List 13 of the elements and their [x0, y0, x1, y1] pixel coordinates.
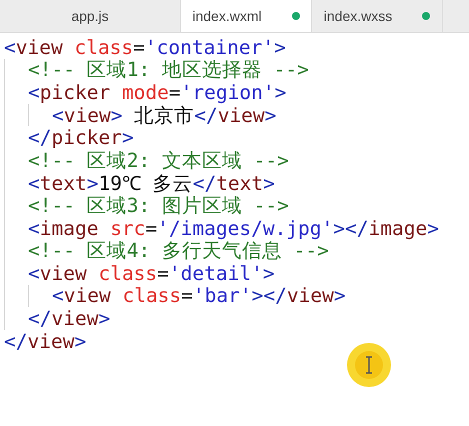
code-line: <image src='/images/w.jpg'></image> [28, 216, 439, 240]
file-tab[interactable]: index.wxml [181, 0, 312, 32]
code-line: <view class='detail'> [28, 262, 275, 285]
code-line: </view> [28, 306, 110, 330]
code-line: </picker> [28, 126, 134, 150]
code-line: <!-- 区域4: 多行天气信息 --> [28, 239, 329, 264]
code-line: <!-- 区域1: 地区选择器 --> [28, 57, 309, 84]
cursor-highlight-icon [345, 341, 393, 389]
code-line: <view> 北京市</view> [52, 104, 276, 129]
code-line: </view> [4, 330, 86, 353]
code-line: <view class='container'> [4, 36, 286, 59]
code-line: <view class='bar'></view> [52, 284, 346, 308]
code-line: <picker mode='region'> [28, 80, 286, 104]
